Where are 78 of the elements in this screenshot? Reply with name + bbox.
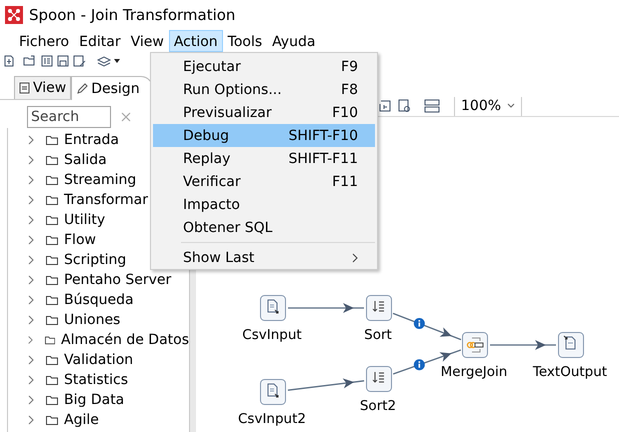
folder-icon <box>46 275 58 285</box>
folder-icon <box>46 315 58 325</box>
menu-item[interactable]: View <box>126 30 169 52</box>
tree-item[interactable]: Flow <box>64 232 96 248</box>
folder-icon <box>46 215 58 225</box>
menu-entry[interactable]: Run Options... F8 <box>153 78 375 101</box>
zoom-dropdown[interactable]: 100% <box>454 96 522 116</box>
find-icon <box>398 99 412 113</box>
script-icon <box>378 99 392 113</box>
menu-entry[interactable]: Ejecutar F9 <box>153 55 375 78</box>
step-label: CsvInput <box>242 327 302 343</box>
open-folder-icon <box>23 55 37 67</box>
menu-item[interactable]: Action <box>168 30 223 52</box>
folder-icon <box>46 235 58 245</box>
search-field[interactable]: Search <box>27 106 111 128</box>
tree-item[interactable]: Uniones <box>64 312 120 328</box>
menu-entry[interactable]: Impacto <box>153 193 375 216</box>
tree-item[interactable]: Agile <box>64 412 99 428</box>
folder-icon <box>46 375 58 385</box>
panel-tab[interactable]: View <box>14 76 72 99</box>
menu-entry[interactable]: Replay SHIFT-F11 <box>153 147 375 170</box>
step-label: CsvInput2 <box>238 411 306 427</box>
step-label: Sort2 <box>360 398 396 414</box>
step-label: MergeJoin <box>440 364 508 380</box>
tree-item[interactable]: Utility <box>64 212 106 228</box>
folder-icon <box>46 175 58 185</box>
file-input-icon[interactable] <box>260 379 286 405</box>
tree-item[interactable]: Scripting <box>64 252 126 268</box>
info-icon <box>414 318 425 330</box>
file-output-icon[interactable] <box>558 332 584 358</box>
layers-icon <box>97 55 121 67</box>
menu-entry[interactable]: Obtener SQL <box>153 216 375 239</box>
explorer-icon <box>41 55 53 67</box>
menu-entry[interactable]: Previsualizar F10 <box>153 101 375 124</box>
folder-icon <box>46 415 58 425</box>
step-label: Sort <box>364 327 392 343</box>
tree-item[interactable]: Streaming <box>64 172 136 188</box>
step-label: TextOutput <box>532 364 608 380</box>
folder-icon <box>46 155 58 165</box>
clear-icon <box>121 112 131 122</box>
sort-icon[interactable] <box>366 295 392 321</box>
tree-item[interactable]: Big Data <box>64 392 124 408</box>
menu-item[interactable]: Editar <box>74 30 126 52</box>
menu-item[interactable]: Fichero <box>14 30 74 52</box>
window-title: Spoon - Join Transformation <box>29 6 236 24</box>
folder-icon <box>46 295 58 305</box>
tree-item[interactable]: Validation <box>64 352 134 368</box>
save-icon <box>57 55 69 67</box>
pencil-icon <box>76 82 88 94</box>
save-as-icon <box>73 55 87 67</box>
menu-entry[interactable]: Show Last <box>153 246 375 269</box>
menu-item[interactable]: Ayuda <box>267 30 320 52</box>
new-file-icon <box>3 55 15 67</box>
tree-item[interactable]: Búsqueda <box>64 292 134 308</box>
app-logo-icon <box>5 6 23 24</box>
tree-item[interactable]: Pentaho Server <box>64 272 172 288</box>
document-icon <box>19 82 30 94</box>
folder-icon <box>46 355 58 365</box>
merge-join-icon[interactable] <box>462 332 488 358</box>
folder-icon <box>46 395 58 405</box>
folder-icon <box>46 195 58 205</box>
info-icon <box>414 359 425 370</box>
caret-icon <box>507 103 516 109</box>
tree-item[interactable]: Almacén de Datos <box>61 332 189 348</box>
tree-item[interactable]: Transformar <box>64 192 148 208</box>
tree-item[interactable]: Entrada <box>64 132 120 148</box>
folder-icon <box>46 135 58 145</box>
grid-icon <box>424 99 440 113</box>
folder-icon <box>46 255 58 265</box>
file-input-icon[interactable] <box>260 295 286 321</box>
menu-item[interactable]: Tools <box>222 30 268 52</box>
menu-entry[interactable]: Verificar F11 <box>153 170 375 193</box>
sort-icon[interactable] <box>366 366 392 392</box>
tree-item[interactable]: Salida <box>64 152 107 168</box>
tree-item[interactable]: Statistics <box>64 372 128 388</box>
panel-tab[interactable]: Design <box>71 76 153 100</box>
menu-entry[interactable]: Debug SHIFT-F10 <box>153 124 375 147</box>
folder-icon <box>44 335 56 345</box>
